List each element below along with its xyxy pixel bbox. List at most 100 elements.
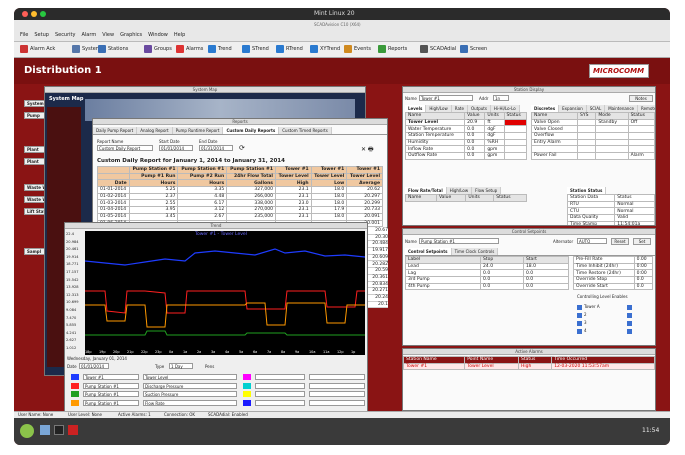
table-row[interactable]: Station Data Status xyxy=(566,194,655,202)
refresh-icon[interactable]: ⟳ xyxy=(239,144,245,152)
pen-color-swatch[interactable] xyxy=(71,374,79,380)
table-row[interactable]: Overflow xyxy=(531,132,655,140)
menu-graphics[interactable]: Graphics xyxy=(120,32,142,38)
station-tab[interactable]: Levels xyxy=(405,105,427,112)
cs-name-select[interactable]: Pump Station #1 xyxy=(419,238,499,244)
menu-help[interactable]: Help xyxy=(174,32,185,38)
report-tab[interactable]: Custom Timed Reports xyxy=(279,127,332,134)
maximize-dot-icon[interactable] xyxy=(40,11,46,17)
pen-station-select[interactable] xyxy=(255,374,305,380)
toolbar-alarm-ack-button[interactable]: Alarm Ack xyxy=(20,45,55,53)
end-date-input[interactable]: 01/31/2014 xyxy=(199,145,233,151)
pen-station-select[interactable]: Pump Station #1 xyxy=(83,399,139,406)
table-row[interactable]: Lag 0.0 0.0 xyxy=(404,269,570,278)
menu-file[interactable]: File xyxy=(20,32,28,38)
table-row[interactable]: Station Temperature 0.0 dgF xyxy=(404,132,527,140)
toolbar-scadadial-button[interactable]: SCADAdial xyxy=(420,45,456,53)
table-row[interactable]: Override Stop 0.0 xyxy=(573,276,654,284)
toolbar-reports-button[interactable]: Reports xyxy=(378,45,407,53)
table-row[interactable]: Valve Open Standby Off xyxy=(531,118,655,127)
enable-checkbox[interactable] xyxy=(627,305,632,310)
station-tab[interactable]: SCIAL xyxy=(586,105,606,112)
table-row[interactable]: 4th Pump 0.0 0.0 xyxy=(404,282,570,291)
minimize-dot-icon[interactable] xyxy=(31,11,37,17)
station-tab[interactable]: Maintenance xyxy=(605,105,638,112)
toolbar-strend-button[interactable]: STrend xyxy=(242,45,269,53)
table-row[interactable]: Time Restore (24hr) 0:00 xyxy=(573,269,654,278)
notes-button[interactable]: Notes xyxy=(629,95,653,102)
station-tab[interactable]: High/Low xyxy=(426,105,452,112)
table-row[interactable]: Water Temperature 0.0 dgF xyxy=(404,125,527,134)
pen-station-select[interactable] xyxy=(255,399,305,406)
toolbar-rtrend-button[interactable]: RTrend xyxy=(276,45,303,53)
station-tab[interactable]: Outputs xyxy=(467,105,491,112)
start-date-input[interactable]: 01/01/2014 xyxy=(159,145,193,151)
pen-tag-select[interactable]: Discharge Pressure xyxy=(143,382,237,389)
table-row[interactable]: Time Stamp 11:54:01a xyxy=(566,220,655,225)
report-tab[interactable]: Daily Pump Report xyxy=(93,127,138,134)
app-taskbar-icon[interactable] xyxy=(68,425,78,435)
pen-color-swatch[interactable] xyxy=(71,399,79,406)
station-tab[interactable]: Rate xyxy=(451,105,468,112)
table-row[interactable]: CTU Normal xyxy=(566,207,655,216)
pen-color-swatch[interactable] xyxy=(243,374,251,380)
table-row[interactable]: Data Quality Valid xyxy=(566,214,655,222)
menu-setup[interactable]: Setup xyxy=(34,32,49,38)
station-tab[interactable]: Hi-Hi/Lo-Lo xyxy=(490,105,520,112)
start-menu-icon[interactable] xyxy=(20,424,34,438)
toolbar-system-button[interactable]: System xyxy=(72,45,101,53)
table-row[interactable]: Power Fail Alarm xyxy=(531,152,655,160)
pen-color-swatch[interactable] xyxy=(243,399,251,406)
pen-tag-select[interactable] xyxy=(309,399,365,406)
tools-icon[interactable]: ✕ 🖶 xyxy=(361,145,374,155)
menu-security[interactable]: Security xyxy=(55,32,76,38)
toolbar-xytrend-button[interactable]: XYTrend xyxy=(310,45,340,53)
toolbar-events-button[interactable]: Events xyxy=(344,45,371,53)
enable-checkbox[interactable] xyxy=(577,321,582,326)
table-row[interactable] xyxy=(531,145,655,154)
menu-view[interactable]: View xyxy=(102,32,114,38)
report-tab[interactable]: Pump Runtime Report xyxy=(172,127,224,134)
pen-station-select[interactable] xyxy=(255,382,305,389)
enable-checkbox[interactable] xyxy=(577,313,582,318)
pen-color-swatch[interactable] xyxy=(243,382,251,389)
station-tab[interactable]: Remote xyxy=(638,105,655,112)
table-row[interactable]: Entry Alarm xyxy=(531,138,655,147)
table-row[interactable]: Tower #1 Tower Level High 12-03-2020 11:53:… xyxy=(403,362,655,371)
close-dot-icon[interactable] xyxy=(22,11,28,17)
station-tab[interactable]: High/Low xyxy=(446,187,473,194)
pen-station-select[interactable]: Pump Station #1 xyxy=(83,382,139,389)
enable-checkbox[interactable] xyxy=(627,313,632,318)
pen-tag-select[interactable]: Suction Pressure xyxy=(143,391,237,397)
menu-alarm[interactable]: Alarm xyxy=(81,32,96,38)
report-name-select[interactable]: Custom Daily Report xyxy=(97,145,153,151)
station-tab[interactable]: Expansion xyxy=(559,105,587,112)
menu-window[interactable]: Window xyxy=(148,32,168,38)
pen-color-swatch[interactable] xyxy=(71,382,79,389)
toolbar-groups-button[interactable]: Groups xyxy=(144,45,172,53)
pen-tag-select[interactable]: Tower Level xyxy=(143,374,237,380)
table-row[interactable]: RTU Normal xyxy=(566,200,655,209)
pen-color-swatch[interactable] xyxy=(243,391,251,397)
trend-period-select[interactable]: 1 Day xyxy=(169,363,193,369)
toolbar-alarms-button[interactable]: Alarms xyxy=(176,45,203,53)
reset-button[interactable]: Reset xyxy=(611,238,629,245)
trend-date-input[interactable]: 01/01/2014 xyxy=(79,363,109,369)
station-name-select[interactable]: Tower #1 xyxy=(419,95,473,101)
pen-station-select[interactable] xyxy=(255,391,305,397)
pen-tag-select[interactable] xyxy=(309,374,365,380)
report-tab[interactable]: Custom Daily Reports xyxy=(223,127,280,134)
pen-station-select[interactable]: Tower #1 xyxy=(83,374,139,380)
station-tab[interactable]: Flow Rate/Total xyxy=(405,187,447,194)
pen-tag-select[interactable] xyxy=(309,391,365,397)
pen-color-swatch[interactable] xyxy=(71,391,79,397)
terminal-icon[interactable] xyxy=(54,425,64,435)
station-tab[interactable]: Discretes xyxy=(531,105,560,112)
files-icon[interactable] xyxy=(40,425,50,435)
table-row[interactable]: Valve Closed xyxy=(531,125,655,134)
station-tab[interactable]: Time Clock Controls xyxy=(451,248,499,255)
alternator-select[interactable]: AUTO xyxy=(577,238,607,244)
table-row[interactable]: Tower Level 20.9 ft xyxy=(404,118,527,127)
pen-tag-select[interactable] xyxy=(309,382,365,389)
table-row[interactable]: Outflow Rate 0.0 gpm xyxy=(404,152,527,160)
